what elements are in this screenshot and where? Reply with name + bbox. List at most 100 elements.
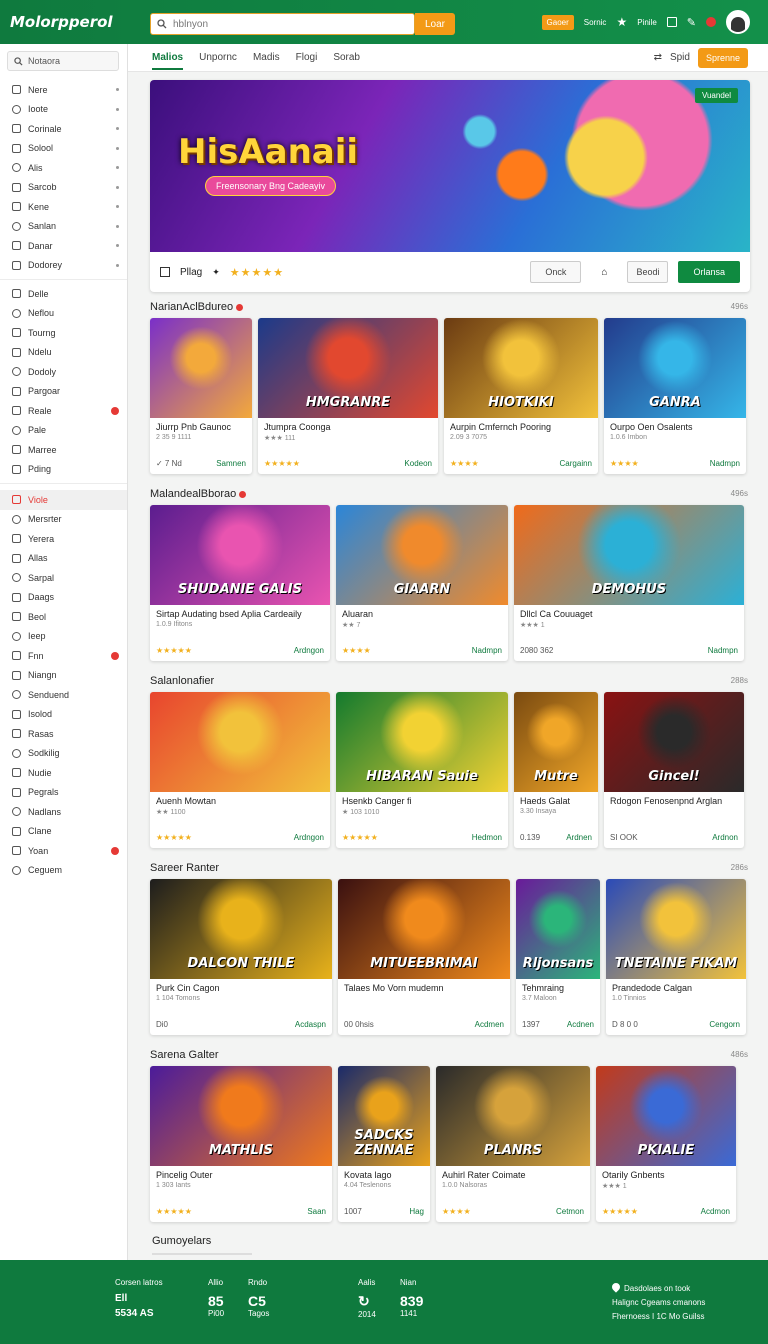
game-title[interactable]: Ourpo Oen Osalents [604,418,746,432]
sidebar-item-alis[interactable]: Alis [0,158,127,178]
card-action-link[interactable]: Hedmon [472,833,502,842]
game-title[interactable]: Sirtap Audating bsed Aplia Cardeaily [150,605,330,619]
game-thumbnail[interactable]: GIAARN [336,505,508,605]
game-card[interactable]: PKIALIE Otarily Gnbents ★★★ 1 ★★★★★ Acdmon [596,1066,736,1222]
game-card[interactable]: DALCON THILE Purk Cin Cagon 1 104 Tomons Di… [150,879,332,1035]
card-action-link[interactable]: Ardngon [294,833,324,842]
tool-icon[interactable]: ✎ [687,16,696,29]
sidebar-item-ndelu[interactable]: Ndelu [0,343,127,363]
sidebar-item-clane[interactable]: Clane [0,822,127,842]
sidebar-item-corinale[interactable]: Corinale [0,119,127,139]
sidebar-item-solool[interactable]: Solool [0,139,127,159]
game-title[interactable]: Auenh Mowtan [150,792,330,806]
sidebar-item-marree[interactable]: Marree [0,440,127,460]
sidebar-item-mersrter[interactable]: Mersrter [0,510,127,530]
tab-5[interactable]: Sorab [333,52,360,63]
game-title[interactable]: Dllcl Ca Couuaget [514,605,744,619]
sidebar-item-pale[interactable]: Pale [0,421,127,441]
game-card[interactable]: GIAARN Aluaran ★★ 7 ★★★★ Nadmpn [336,505,508,661]
game-card[interactable]: GANRA Ourpo Oen Osalents 1.0.6 Imbon ★★★★ Na… [604,318,746,474]
game-thumbnail[interactable] [150,318,252,418]
game-thumbnail[interactable]: DEMOHUS [514,505,744,605]
logo[interactable]: Molorpperol [10,13,148,31]
card-action-link[interactable]: Nadmpn [710,459,740,468]
game-title[interactable]: Otarily Gnbents [596,1166,736,1180]
game-card[interactable]: HIBARAN Sauie Hsenkb Canger fi ★ 103 1010 ★… [336,692,508,848]
search-input[interactable]: hblnyon [150,13,415,35]
card-action-link[interactable]: Saan [307,1207,326,1216]
sidebar-item-isolod[interactable]: Isolod [0,705,127,725]
controller-icon[interactable]: ⌂ [601,267,607,278]
game-thumbnail[interactable]: Gincel! [604,692,744,792]
sidebar-item-pegrals[interactable]: Pegrals [0,783,127,803]
hero-banner[interactable]: HisAanaii Freensonary Bng Cadeayiv Vuand… [150,80,750,292]
game-thumbnail[interactable]: PLANRS [436,1066,590,1166]
sidebar-item-delle[interactable]: Delle [0,284,127,304]
sidebar-item-nadlans[interactable]: Nadlans [0,802,127,822]
card-action-link[interactable]: Nadmpn [472,646,502,655]
header-chip[interactable]: Gaoer [541,14,574,30]
game-card[interactable]: PLANRS Auhirl Rater Coimate 1.0.0 Nalsoras… [436,1066,590,1222]
tab-3[interactable]: Madis [253,52,280,63]
sidebar-item-danar[interactable]: Danar [0,236,127,256]
game-title[interactable]: Kovata lago [338,1166,430,1180]
game-title[interactable]: Tehmraing [516,979,600,993]
game-thumbnail[interactable]: HMGRANRE [258,318,438,418]
sidebar-item-yoan[interactable]: Yoan [0,841,127,861]
game-title[interactable]: Jtumpra Coonga [258,418,438,432]
game-card[interactable]: HMGRANRE Jtumpra Coonga ★★★ 111 ★★★★★ Kodeon [258,318,438,474]
header-link-2[interactable]: Pinile [637,18,657,27]
header-link-1[interactable]: Sornic [584,18,607,27]
game-thumbnail[interactable]: Rljonsans [516,879,600,979]
sidebar-item-neflou[interactable]: Neflou [0,304,127,324]
game-thumbnail[interactable]: DALCON THILE [150,879,332,979]
sidebar-item-sarpal[interactable]: Sarpal [0,568,127,588]
game-thumbnail[interactable]: PKIALIE [596,1066,736,1166]
game-card[interactable]: DEMOHUS Dllcl Ca Couuaget ★★★ 1 2080 362 Nad… [514,505,744,661]
card-action-link[interactable]: Acdmon [701,1207,730,1216]
game-title[interactable]: Auhirl Rater Coimate [436,1166,590,1180]
card-action-link[interactable]: Nadmpn [708,646,738,655]
sidebar-item-sodkilig[interactable]: Sodkilig [0,744,127,764]
game-card[interactable]: Auenh Mowtan ★★ 1100 ★★★★★ Ardngon [150,692,330,848]
card-action-link[interactable]: Ardnen [566,833,592,842]
game-title[interactable]: Aluaran [336,605,508,619]
tab-1[interactable]: Malios [152,52,184,70]
game-title[interactable]: Aurpin Cmfernch Pooring [444,418,598,432]
sidebar-item-tourng[interactable]: Tourng [0,323,127,343]
game-thumbnail[interactable]: SHUDANIE GALIS [150,505,330,605]
sidebar-item-rasas[interactable]: Rasas [0,724,127,744]
card-action-link[interactable]: Cargainn [560,459,592,468]
game-title[interactable]: Jiurrp Pnb Gaunoc [150,418,252,432]
sidebar-item-fnn[interactable]: Fnn [0,646,127,666]
game-thumbnail[interactable]: MATHLIS [150,1066,332,1166]
sidebar-item-sarcob[interactable]: Sarcob [0,178,127,198]
sidebar-item-reale[interactable]: Reale [0,401,127,421]
search-button[interactable]: Loar [415,13,455,35]
game-card[interactable]: MITUEEBRIMAI Talaes Mo Vorn mudemn 00 0hsi… [338,879,510,1035]
card-action-link[interactable]: Hag [409,1207,424,1216]
hero-button-3[interactable]: Orlansa [678,261,740,283]
game-card[interactable]: Mutre Haeds Galat 3.30 Insaya 0.139 Ardnen [514,692,598,848]
game-title[interactable]: Purk Cin Cagon [150,979,332,993]
sidebar-item-beol[interactable]: Beol [0,607,127,627]
sidebar-item-nere[interactable]: Nere [0,80,127,100]
game-thumbnail[interactable]: GANRA [604,318,746,418]
hero-button-1[interactable]: Onck [530,261,582,283]
sidebar-item-ieep[interactable]: Ieep [0,627,127,647]
game-title[interactable]: Rdogon Fenosenpnd Arglan [604,792,744,806]
sidebar-item-dodorey[interactable]: Dodorey [0,256,127,276]
game-card[interactable]: SHUDANIE GALIS Sirtap Audating bsed Aplia… [150,505,330,661]
hero-button-2[interactable]: Beodi [627,261,669,283]
card-action-link[interactable]: Ardnon [712,833,738,842]
sidebar-item-ceguem[interactable]: Ceguem [0,861,127,881]
sidebar-item-pding[interactable]: Pding [0,460,127,480]
game-thumbnail[interactable]: HIOTKIKI [444,318,598,418]
game-card[interactable]: Jiurrp Pnb Gaunoc 2 35 9 1111 ✓ 7 Nd Samnen [150,318,252,474]
sidebar-item-dodoly[interactable]: Dodoly [0,362,127,382]
sidebar-search[interactable]: Notaora [7,51,119,71]
star-icon[interactable]: ★ [616,15,627,29]
calendar-icon[interactable] [666,17,677,27]
sidebar-item-ioote[interactable]: Ioote [0,100,127,120]
game-card[interactable]: HIOTKIKI Aurpin Cmfernch Pooring 2.09 3 70… [444,318,598,474]
